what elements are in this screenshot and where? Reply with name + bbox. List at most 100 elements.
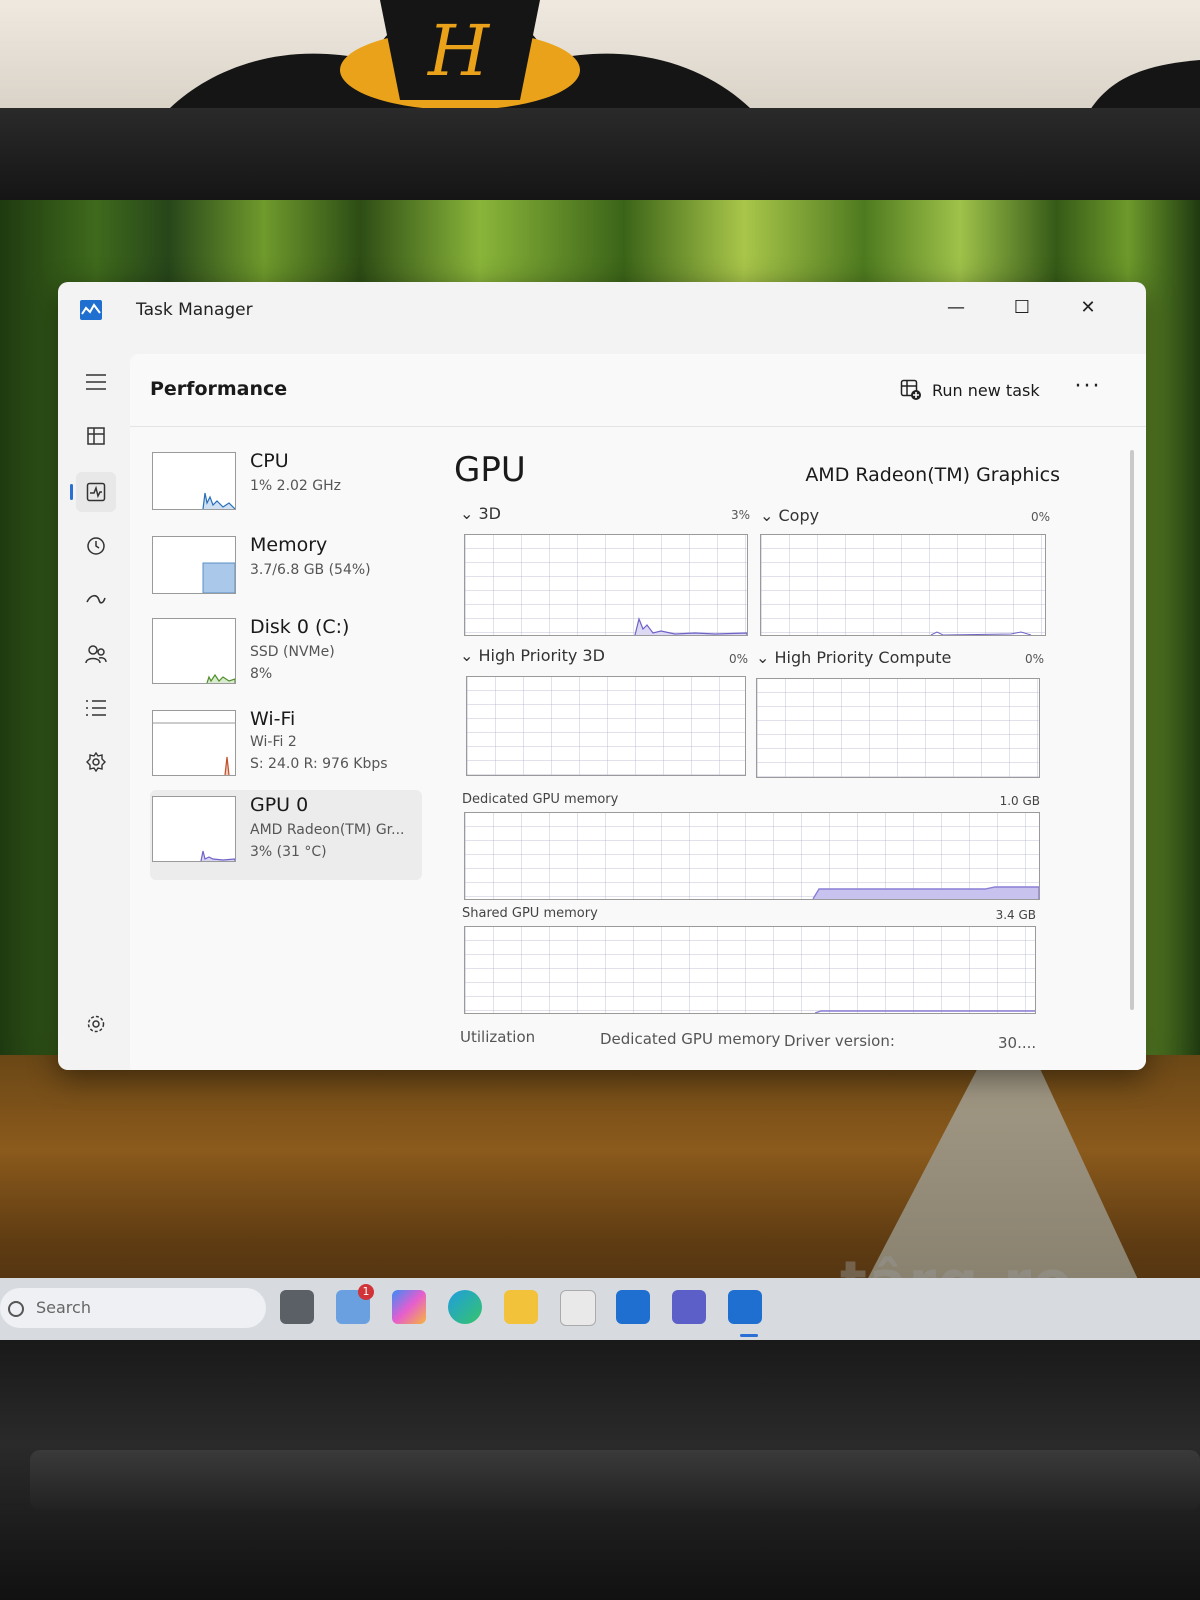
outlook-icon[interactable] — [616, 1290, 650, 1324]
crest-logo: H — [170, 0, 750, 108]
nav-app-history[interactable] — [76, 526, 116, 566]
shared-memory-graph — [464, 926, 1036, 1014]
resource-name: Memory — [250, 534, 328, 556]
engine-graph-high-priority-compute — [756, 678, 1040, 778]
page-header: Performance Run new task ··· — [130, 354, 1146, 427]
laptop-top-bezel — [0, 108, 1200, 286]
task-view-icon[interactable] — [280, 1290, 314, 1324]
window-title: Task Manager — [136, 300, 253, 320]
dedicated-memory-capacity: 1.0 GB — [999, 794, 1040, 808]
nav-services[interactable] — [76, 742, 116, 782]
nav-processes[interactable] — [76, 416, 116, 456]
resource-memory[interactable]: Memory 3.7/6.8 GB (54%) — [150, 530, 422, 614]
resource-name: GPU 0 — [250, 794, 309, 816]
menu-icon — [86, 374, 106, 390]
disk-thumbnail-graph — [152, 618, 236, 684]
engine-label: High Priority 3D — [478, 646, 605, 665]
wifi-thumbnail-graph — [152, 710, 236, 776]
engine-graph-copy — [760, 534, 1046, 636]
nav-sidebar — [58, 354, 130, 1070]
copilot-icon[interactable] — [392, 1290, 426, 1324]
run-new-task-icon — [900, 379, 921, 400]
minimize-button[interactable]: — — [928, 290, 984, 326]
engine-selector-copy[interactable]: ⌄ Copy — [760, 506, 819, 525]
settings-icon — [87, 1015, 105, 1033]
crest-ornament — [1090, 60, 1200, 110]
task-manager-window: Task Manager — ☐ ✕ Performance Run new t… — [58, 282, 1146, 1070]
active-app-indicator — [740, 1334, 758, 1337]
task-manager-taskbar-icon[interactable] — [728, 1290, 762, 1324]
search-icon — [8, 1300, 24, 1317]
gpu-thumbnail-graph — [152, 796, 236, 862]
active-indicator — [70, 484, 73, 500]
app-history-icon — [87, 537, 105, 555]
dedicated-memory-label: Dedicated GPU memory — [462, 792, 619, 807]
file-explorer-icon[interactable] — [504, 1290, 538, 1324]
run-new-task-label: Run new task — [932, 380, 1040, 400]
edge-browser-icon[interactable] — [448, 1290, 482, 1324]
utilization-label: Utilization — [460, 1028, 536, 1046]
resource-name: Wi-Fi — [250, 708, 296, 730]
resource-wifi[interactable]: Wi-Fi Wi-Fi 2 S: 24.0 R: 976 Kbps — [150, 704, 422, 788]
run-new-task-button[interactable]: Run new task — [892, 370, 1048, 410]
close-button[interactable]: ✕ — [1060, 290, 1116, 326]
laptop-bottom-bezel — [0, 1340, 1200, 1600]
engine-percent: 0% — [1030, 510, 1050, 524]
hamburger-menu-button[interactable] — [76, 362, 116, 402]
shared-memory-label: Shared GPU memory — [462, 906, 598, 921]
search-placeholder: Search — [36, 1298, 91, 1317]
resource-detail: 1% 2.02 GHz — [250, 478, 342, 494]
cpu-thumbnail-graph — [152, 452, 236, 510]
more-options-button[interactable]: ··· — [1068, 372, 1108, 408]
detail-title: GPU — [454, 450, 526, 490]
dedicated-memory-graph — [464, 812, 1040, 900]
nav-startup-apps[interactable] — [76, 580, 116, 620]
maximize-button[interactable]: ☐ — [994, 290, 1050, 326]
nav-performance[interactable] — [70, 472, 116, 512]
performance-page: Performance Run new task ··· CPU 1% 2.02… — [130, 354, 1146, 1070]
services-icon — [86, 752, 106, 772]
engine-selector-high-priority-3d[interactable]: ⌄ High Priority 3D — [460, 646, 605, 665]
resource-detail: 3% (31 °C) — [250, 844, 327, 860]
teams-icon[interactable] — [672, 1290, 706, 1324]
engine-selector-3d[interactable]: ⌄ 3D — [460, 504, 501, 523]
resource-detail: AMD Radeon(TM) Gr... — [250, 822, 405, 838]
startup-apps-icon — [86, 594, 106, 604]
resource-gpu[interactable]: GPU 0 AMD Radeon(TM) Gr... 3% (31 °C) — [150, 790, 422, 880]
users-icon — [85, 645, 107, 664]
nav-users[interactable] — [76, 634, 116, 674]
resource-detail: 8% — [250, 666, 273, 682]
engine-percent: 3% — [730, 508, 750, 522]
engine-graph-high-priority-3d — [466, 676, 746, 776]
processes-icon — [87, 427, 105, 445]
performance-icon — [86, 482, 106, 502]
title-bar[interactable]: Task Manager — ☐ ✕ — [58, 282, 1146, 354]
nav-details[interactable] — [76, 688, 116, 728]
taskbar-search-box[interactable]: Search — [0, 1288, 266, 1328]
resource-detail: S: 24.0 R: 976 Kbps — [250, 756, 388, 772]
resource-cpu[interactable]: CPU 1% 2.02 GHz — [150, 446, 422, 530]
details-icon — [86, 700, 106, 716]
wall-background: H — [0, 0, 1200, 112]
taskbar: Search 1 — [0, 1278, 1200, 1340]
task-manager-app-icon — [80, 300, 102, 320]
scrollbar[interactable] — [1130, 450, 1134, 1010]
engine-label: 3D — [478, 504, 502, 523]
resource-detail: Wi-Fi 2 — [250, 734, 297, 750]
shared-memory-capacity: 3.4 GB — [995, 908, 1036, 922]
dedicated-memory-stat-label: Dedicated GPU memory — [600, 1030, 781, 1048]
engine-label: Copy — [778, 506, 820, 525]
microsoft-store-icon[interactable] — [560, 1290, 596, 1326]
nav-settings[interactable] — [76, 1004, 116, 1044]
memory-thumbnail-graph — [152, 536, 236, 594]
resource-detail: SSD (NVMe) — [250, 644, 335, 660]
svg-text:H: H — [426, 10, 491, 92]
driver-version-label: Driver version: — [784, 1032, 895, 1050]
notification-badge: 1 — [358, 1284, 374, 1300]
engine-label: High Priority Compute — [774, 648, 952, 667]
page-title: Performance — [150, 378, 288, 400]
resource-name: CPU — [250, 450, 289, 472]
engine-selector-high-priority-compute[interactable]: ⌄ High Priority Compute — [756, 648, 951, 667]
resource-name: Disk 0 (C:) — [250, 616, 350, 638]
resource-disk[interactable]: Disk 0 (C:) SSD (NVMe) 8% — [150, 612, 422, 696]
